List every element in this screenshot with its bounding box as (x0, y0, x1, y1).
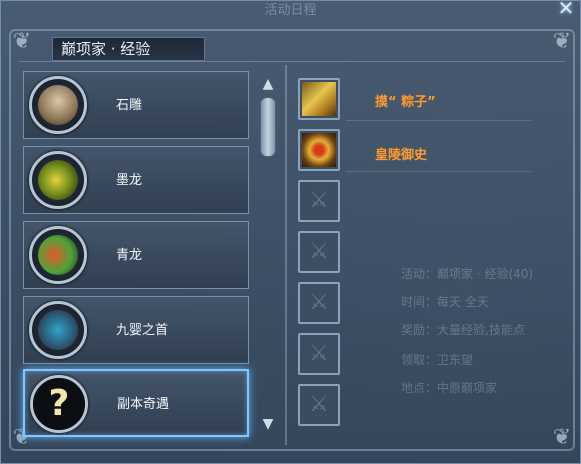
reward-name: 摸“ 粽子” (375, 95, 436, 110)
divider (346, 120, 531, 121)
empty-slot-icon: ⚔ (309, 392, 329, 417)
category-header: 巅项家 · 经验 (52, 37, 205, 61)
window-title: 活动日程 (264, 3, 317, 18)
empty-slot-icon: ⚔ (309, 239, 329, 264)
question-mark-portrait-icon: ? (30, 375, 88, 433)
list-item-ink-dragon[interactable]: 墨龙 (23, 146, 249, 214)
corner-ornament-icon: ❦ (12, 29, 32, 54)
list-item-stone-statue[interactable]: 石雕 (23, 71, 249, 139)
red-gold-helmet-icon (302, 133, 336, 167)
reward-slot[interactable]: ⚔ (298, 333, 340, 375)
background-info-line: 时间：每天 全天 (401, 295, 489, 309)
scroll-up-icon[interactable]: ▲ (259, 75, 277, 93)
empty-slot-icon: ⚔ (309, 290, 329, 315)
stone-statue-portrait-icon (29, 76, 87, 134)
activity-window: 活动日程 ✕ ❦ ❦ ❦ ❦ 巅项家 · 经验 活动：巅项家 · 经验(40) … (0, 0, 581, 464)
reward-slot[interactable] (298, 129, 340, 171)
list-item-dungeon-encounter[interactable]: ? 副本奇遇 (23, 369, 249, 437)
empty-slot-icon: ⚔ (309, 188, 329, 213)
list-item-label: 副本奇遇 (117, 397, 170, 412)
azure-dragon-portrait-icon (29, 226, 87, 284)
background-info-line: 活动：巅项家 · 经验(40) (401, 267, 534, 281)
list-item-label: 青龙 (116, 248, 143, 263)
corner-ornament-icon: ❦ (552, 425, 572, 450)
reward-slot[interactable] (298, 78, 340, 120)
scroll-down-icon[interactable]: ▼ (259, 415, 277, 433)
list-item-label: 石雕 (116, 98, 143, 113)
reward-name: 皇陵御史 (375, 148, 428, 163)
gold-armor-icon (302, 82, 336, 116)
list-item-label: 九婴之首 (116, 323, 169, 338)
scroll-thumb[interactable] (260, 97, 276, 157)
list-item-nine-headed-beast[interactable]: 九婴之首 (23, 296, 249, 364)
reward-slot[interactable]: ⚔ (298, 282, 340, 324)
reward-slot[interactable]: ⚔ (298, 384, 340, 426)
divider (19, 61, 565, 62)
list-item-azure-dragon[interactable]: 青龙 (23, 221, 249, 289)
background-info-line: 奖励：大量经验,技能点 (401, 323, 525, 337)
boss-list: 石雕 墨龙 青龙 九婴之首 ? 副本奇遇 (23, 69, 253, 441)
divider (346, 171, 531, 172)
close-icon[interactable]: ✕ (556, 0, 576, 19)
nine-headed-beast-portrait-icon (29, 301, 87, 359)
list-scrollbar[interactable]: ▲ ▼ (257, 71, 279, 439)
background-info-line: 地点：中原巅项家 (401, 381, 498, 395)
background-info-line: 领取：卫东望 (401, 353, 474, 367)
list-item-label: 墨龙 (116, 173, 143, 188)
corner-ornament-icon: ❦ (552, 29, 572, 54)
panel-divider (285, 65, 287, 445)
empty-slot-icon: ⚔ (309, 341, 329, 366)
reward-slot[interactable]: ⚔ (298, 231, 340, 273)
ink-dragon-portrait-icon (29, 151, 87, 209)
reward-slot[interactable]: ⚔ (298, 180, 340, 222)
